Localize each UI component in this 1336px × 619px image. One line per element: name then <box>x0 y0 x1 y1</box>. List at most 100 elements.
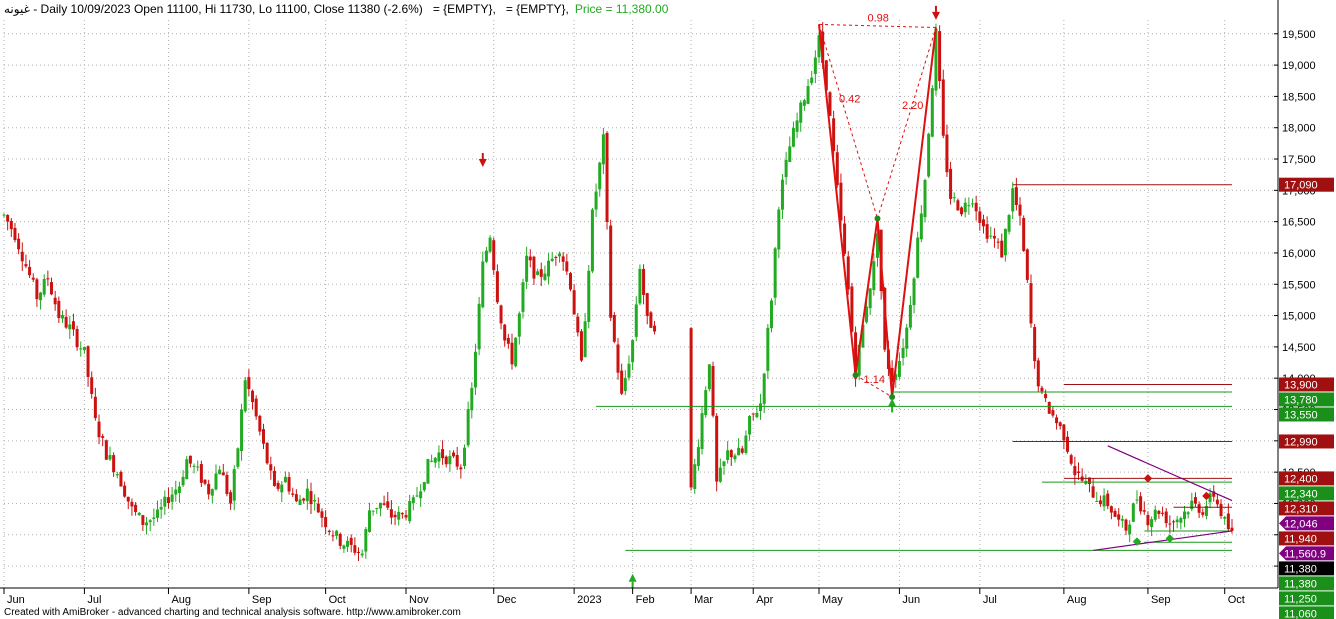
candle-body <box>411 497 415 503</box>
price-badge: 12,340 <box>1279 486 1334 501</box>
candle-body <box>338 533 342 546</box>
candle-body <box>755 412 759 418</box>
candle-body <box>908 304 912 328</box>
candle-body <box>1131 503 1135 522</box>
price-badge: 11,560.9 <box>1279 546 1334 561</box>
candle-body <box>419 491 423 499</box>
candle-body <box>642 268 646 295</box>
candle-body <box>1139 496 1143 512</box>
price-badge: 11,060 <box>1279 606 1334 619</box>
price-badge-label: 13,900 <box>1284 379 1318 391</box>
candle-body <box>1226 513 1230 530</box>
candle-body <box>992 235 996 239</box>
candle-body <box>1193 497 1197 504</box>
candle-body <box>543 273 547 280</box>
candle-body <box>1117 514 1121 520</box>
header-symbol: غیونه <box>4 2 30 16</box>
candle-body <box>57 300 61 318</box>
candle-body <box>459 467 463 470</box>
price-badge-label: 11,060 <box>1284 608 1317 619</box>
candle-body <box>42 278 46 295</box>
candle-body <box>605 132 609 222</box>
candle-body <box>31 277 35 280</box>
candle-body <box>770 300 773 329</box>
candle-body <box>1066 436 1070 452</box>
candle-body <box>452 452 456 457</box>
candle-body <box>177 486 181 493</box>
candle-body <box>960 207 964 215</box>
candle-body <box>1025 249 1029 280</box>
candle-body <box>700 413 704 450</box>
candle-body <box>415 495 419 497</box>
price-badge: 13,900 <box>1279 377 1334 392</box>
candle-body <box>1029 283 1033 324</box>
candle-body <box>780 179 784 210</box>
candle-body <box>1146 514 1150 526</box>
candle-body <box>897 361 901 377</box>
candle-body <box>335 530 339 536</box>
candle-body <box>905 327 909 349</box>
candle-body <box>806 86 810 104</box>
candle-body <box>799 102 803 123</box>
candle-body <box>1011 188 1015 212</box>
candle-body <box>737 447 741 456</box>
candle-body <box>488 237 492 252</box>
candle-body <box>539 269 543 277</box>
x-tick-label: Oct <box>329 594 346 606</box>
candle-body <box>64 316 68 328</box>
candle-body <box>616 344 620 373</box>
candle-body <box>499 305 503 324</box>
candle-body <box>729 450 733 458</box>
candle-body <box>108 455 112 460</box>
candle-body <box>773 248 777 298</box>
candle-body <box>631 340 635 363</box>
candle-body <box>978 211 982 223</box>
candle-body <box>514 337 518 367</box>
candle-body <box>1135 499 1139 501</box>
candle-body <box>320 511 324 518</box>
candle-body <box>693 464 697 489</box>
candle-body <box>484 250 488 262</box>
candle-body <box>287 477 291 492</box>
candle-body <box>791 128 795 147</box>
candle-body <box>528 256 532 261</box>
candle-body <box>751 413 755 415</box>
pattern-ratio-line <box>818 24 878 219</box>
candle-body <box>236 448 240 467</box>
candle-body <box>547 260 551 277</box>
pattern-ratio-label: 0.42 <box>839 94 860 106</box>
harmonic-pattern <box>818 24 937 398</box>
y-tick-label: 16,000 <box>1282 248 1316 260</box>
candle-body <box>203 479 207 484</box>
y-tick-label: 18,500 <box>1282 91 1316 103</box>
candle-body <box>971 203 975 205</box>
candle-body <box>583 321 587 357</box>
candle-body <box>444 456 448 465</box>
candle-body <box>503 324 507 341</box>
candle-body <box>653 325 657 332</box>
candle-body <box>302 498 306 501</box>
price-badge-label: 12,046 <box>1284 518 1318 530</box>
candle-body <box>101 436 105 438</box>
candle-body <box>1201 512 1205 515</box>
candle-body <box>1215 499 1219 505</box>
header-info: - Daily 10/09/2023 Open 11100, Hi 11730,… <box>30 2 423 16</box>
price-chart: 0.98 0.42 2.20 1.14 11,00011,50012,00012,50… <box>0 0 1334 619</box>
candle-body <box>229 492 233 504</box>
candle-body <box>1161 512 1165 514</box>
chart-overlays: 0.98 0.42 2.20 1.14 <box>478 5 1233 588</box>
candle-body <box>1091 486 1095 498</box>
candle-body <box>1047 401 1051 414</box>
candle-body <box>50 282 54 295</box>
buy-arrow-icon <box>628 573 637 582</box>
candle-body <box>199 464 203 483</box>
candle-body <box>6 214 10 222</box>
candle-body <box>1157 510 1161 514</box>
candle-body <box>740 448 744 453</box>
candle-body <box>492 240 496 271</box>
price-badge: 11,380 <box>1279 561 1334 576</box>
candle-body <box>495 271 499 303</box>
candle-body <box>623 378 627 392</box>
candle-body <box>1179 518 1183 523</box>
candle-body <box>766 327 770 371</box>
